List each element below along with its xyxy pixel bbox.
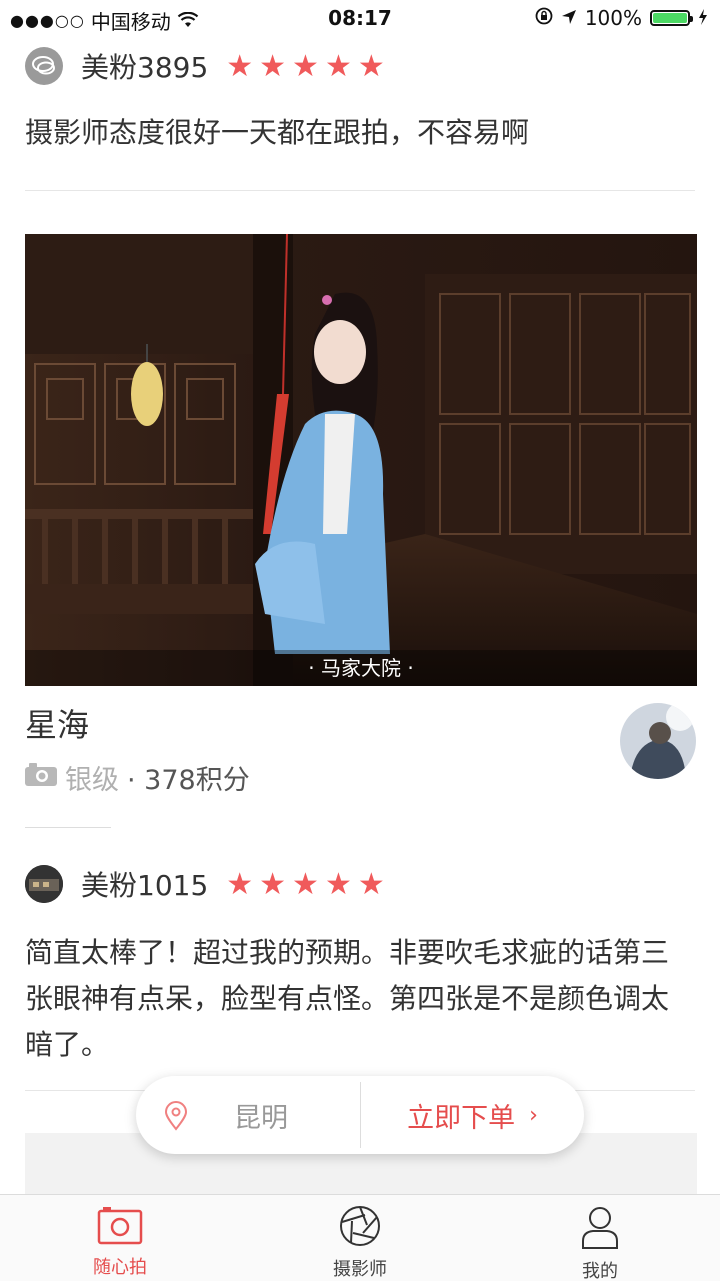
tab-bar: 随心拍 摄影师 我的 <box>0 1194 720 1282</box>
status-right: 100% <box>535 6 708 30</box>
photographer-points: · 378积分 <box>127 765 250 796</box>
order-now-label: 立即下单 <box>407 1102 516 1134</box>
chevron-right-icon: › <box>529 1102 538 1128</box>
tab-label: 我的 <box>582 1261 618 1282</box>
reviewer-name: 美粉1015 <box>81 869 209 902</box>
camera-icon <box>97 1205 143 1249</box>
portfolio-photo[interactable]: · 马家大院 · <box>25 234 697 686</box>
photographer-level: 银级 <box>65 765 119 796</box>
user-icon <box>581 1205 619 1253</box>
rating-stars: ★★★★★ <box>226 48 391 84</box>
rotation-lock-icon <box>535 6 553 30</box>
review-text: 摄影师态度很好一天都在跟拍，不容易啊 <box>25 116 530 149</box>
aperture-icon <box>339 1205 381 1251</box>
rating-stars: ★★★★★ <box>226 866 391 902</box>
photo-location-caption: · 马家大院 · <box>25 650 697 686</box>
tab-mine[interactable]: 我的 <box>480 1195 720 1282</box>
review-text: 简直太棒了！超过我的预期。非要吹毛求疵的话第三张眼神有点呆，脸型有点怪。第四张是… <box>25 936 670 1061</box>
location-pin-icon <box>164 1101 188 1135</box>
tab-label: 随心拍 <box>93 1257 147 1278</box>
review-header: 美粉1015 ★★★★★ <box>25 864 391 904</box>
tab-photographers[interactable]: 摄影师 <box>240 1195 480 1281</box>
status-bar: ●●●○○ 中国移动 08:17 100% <box>0 0 720 36</box>
camera-level-icon <box>25 762 57 793</box>
photographer-avatar[interactable] <box>620 703 696 779</box>
city-selector[interactable]: 昆明 <box>136 1076 360 1154</box>
photographer-name[interactable]: 星海 <box>25 700 89 746</box>
order-bar: 昆明 立即下单 › <box>136 1076 584 1154</box>
review-header: 美粉3895 ★★★★★ <box>25 46 391 86</box>
city-name: 昆明 <box>234 1103 288 1134</box>
photographer-meta: 银级 · 378积分 <box>25 758 250 797</box>
order-now-button[interactable]: 立即下单 › <box>361 1076 584 1154</box>
avatar[interactable] <box>25 865 63 903</box>
battery-icon <box>650 10 693 26</box>
reviewer-name: 美粉3895 <box>81 51 209 84</box>
divider <box>25 827 111 828</box>
battery-percent: 100% <box>584 6 642 30</box>
tab-label: 摄影师 <box>333 1259 387 1280</box>
avatar[interactable] <box>25 47 63 85</box>
charging-icon <box>698 6 708 30</box>
location-arrow-icon <box>561 6 577 30</box>
divider <box>25 190 695 191</box>
tab-suixinpai[interactable]: 随心拍 <box>0 1195 240 1281</box>
